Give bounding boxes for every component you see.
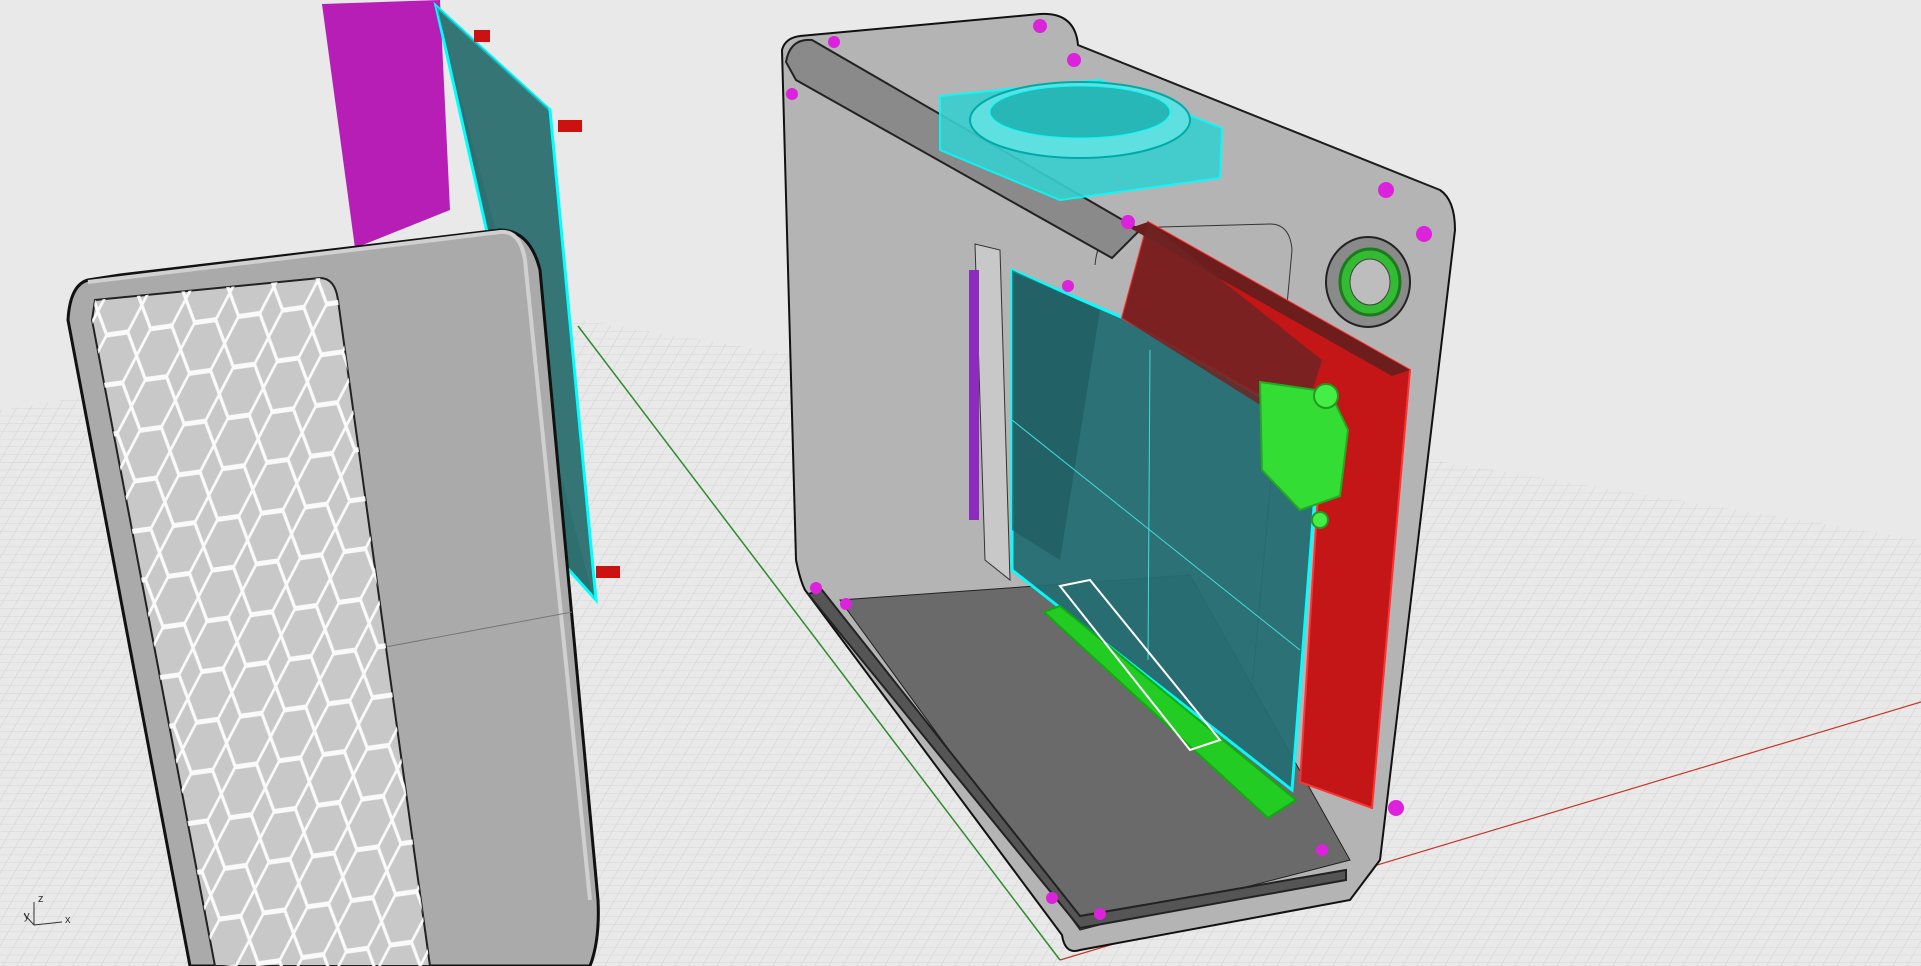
screw-5[interactable] <box>1378 182 1394 198</box>
screw-1[interactable] <box>1033 19 1047 33</box>
screw-14[interactable] <box>1094 908 1106 920</box>
screw-9[interactable] <box>810 582 822 594</box>
screw-6[interactable] <box>1416 226 1432 242</box>
screw-12[interactable] <box>1316 844 1328 856</box>
standoff-3[interactable] <box>596 566 620 578</box>
screw-11[interactable] <box>1388 800 1404 816</box>
standoff-1[interactable] <box>474 30 490 42</box>
standoff-2[interactable] <box>558 120 582 132</box>
screw-10[interactable] <box>840 598 852 610</box>
screw-8[interactable] <box>1062 280 1074 292</box>
power-button[interactable] <box>1325 236 1411 328</box>
rhino-viewport[interactable]: z y x <box>0 0 1921 966</box>
axis-label-y: y <box>24 910 30 922</box>
screw-3[interactable] <box>828 36 840 48</box>
axis-label-x: x <box>65 914 71 926</box>
screw-4[interactable] <box>786 88 798 100</box>
3d-scene[interactable] <box>0 0 1921 966</box>
screw-2[interactable] <box>1067 53 1081 67</box>
axis-label-z: z <box>38 893 44 905</box>
screw-13[interactable] <box>1046 892 1058 904</box>
screw-7[interactable] <box>1121 215 1135 229</box>
